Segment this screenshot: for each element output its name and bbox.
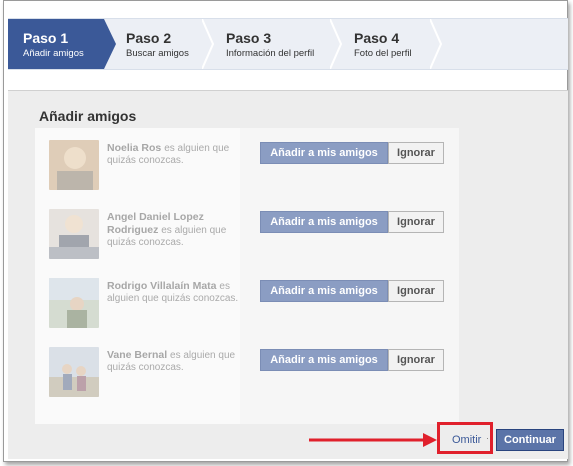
chevron-divider-icon (430, 19, 442, 69)
friend-name[interactable]: Rodrigo Villalaín Mata (107, 280, 219, 292)
add-friend-button[interactable]: Añadir a mis amigos (260, 142, 388, 164)
separator-dot: · (486, 433, 489, 443)
step-bar: Paso 1 Añadir amigos Paso 2 Buscar amigo… (8, 18, 568, 70)
step-1-number: Paso 1 (23, 30, 69, 46)
add-friend-button[interactable]: Añadir a mis amigos (260, 280, 388, 302)
continue-button[interactable]: Continuar (496, 429, 564, 451)
step-1-arrow (104, 19, 116, 69)
chevron-divider-icon (202, 19, 214, 69)
step-2-label: Buscar amigos (126, 48, 189, 59)
skip-link[interactable]: Omitir (452, 434, 481, 446)
avatar[interactable] (49, 209, 99, 259)
content-area: Añadir amigos Noelia Ros es alguien que … (8, 90, 568, 459)
add-friend-button[interactable]: Añadir a mis amigos (260, 349, 388, 371)
avatar[interactable] (49, 278, 99, 328)
friend-suggestion-list: Noelia Ros es alguien que quizás conozca… (35, 128, 459, 424)
step-4-label: Foto del perfil (354, 48, 412, 59)
avatar[interactable] (49, 140, 99, 190)
step-4-number: Paso 4 (354, 30, 400, 46)
list-item: Vane Bernal es alguien que quizás conozc… (49, 347, 449, 399)
step-2[interactable]: Paso 2 Buscar amigos (126, 19, 189, 69)
step-1[interactable]: Paso 1 Añadir amigos (8, 19, 104, 69)
friend-name[interactable]: Vane Bernal (107, 349, 170, 361)
step-3-label: Información del perfil (226, 48, 315, 59)
red-arrow-icon (309, 433, 437, 447)
friend-name[interactable]: Noelia Ros (107, 142, 164, 154)
wizard-window: Paso 1 Añadir amigos Paso 2 Buscar amigo… (3, 0, 568, 462)
add-friend-button[interactable]: Añadir a mis amigos (260, 211, 388, 233)
list-item: Noelia Ros es alguien que quizás conozca… (49, 140, 449, 192)
step-1-label: Añadir amigos (23, 48, 84, 59)
step-3-number: Paso 3 (226, 30, 272, 46)
step-2-number: Paso 2 (126, 30, 172, 46)
step-3[interactable]: Paso 3 Información del perfil (226, 19, 314, 69)
list-item: Rodrigo Villalaín Mata es alguien que qu… (49, 278, 449, 330)
step-4[interactable]: Paso 4 Foto del perfil (354, 19, 412, 69)
ignore-button[interactable]: Ignorar (388, 211, 444, 233)
list-item: Angel Daniel Lopez Rodriguez es alguien … (49, 209, 449, 261)
ignore-button[interactable]: Ignorar (388, 349, 444, 371)
ignore-button[interactable]: Ignorar (388, 280, 444, 302)
chevron-divider-icon (330, 19, 342, 69)
page-title: Añadir amigos (39, 108, 137, 124)
avatar[interactable] (49, 347, 99, 397)
ignore-button[interactable]: Ignorar (388, 142, 444, 164)
